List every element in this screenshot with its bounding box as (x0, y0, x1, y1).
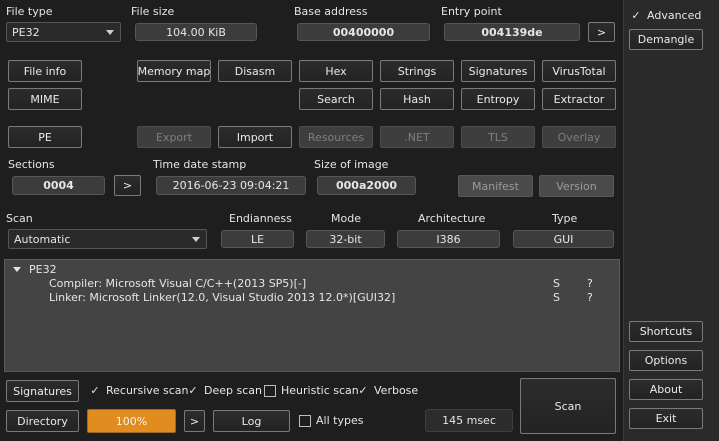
demangle-button[interactable]: Demangle (629, 29, 703, 50)
hash-button[interactable]: Hash (380, 88, 454, 110)
resources-button[interactable]: Resources (299, 126, 373, 148)
base-address-field: 00400000 (297, 23, 430, 41)
type-label: Type (552, 212, 578, 225)
all-types-label: All types (316, 414, 364, 427)
recursive-scan-label: Recursive scan (106, 384, 189, 397)
tree-item-compiler[interactable]: Compiler: Microsoft Visual C/C++(2013 SP… (49, 277, 306, 290)
mode-field: 32-bit (306, 230, 385, 248)
recursive-scan-checkbox[interactable]: ✓ Recursive scan (89, 384, 189, 397)
tree-item-linker-s: S (553, 291, 560, 304)
heuristic-scan-checkbox[interactable]: Heuristic scan (264, 384, 359, 397)
scan-label: Scan (6, 212, 33, 225)
chevron-down-icon (192, 237, 200, 242)
scan-mode-value: Automatic (14, 232, 71, 246)
net-button[interactable]: .NET (380, 126, 454, 148)
triangle-down-icon[interactable] (13, 267, 21, 272)
check-icon: ✓ (358, 384, 368, 397)
verbose-label: Verbose (374, 384, 419, 397)
file-type-value: PE32 (12, 25, 40, 39)
time-date-stamp-field: 2016-06-23 09:04:21 (156, 176, 306, 195)
endianness-field: LE (221, 230, 294, 248)
checkbox-empty-icon (299, 414, 311, 427)
tls-button[interactable]: TLS (461, 126, 535, 148)
about-button[interactable]: About (629, 379, 703, 400)
memory-map-button[interactable]: Memory map (137, 60, 211, 82)
signatures-button[interactable]: Signatures (6, 380, 79, 402)
progress-label: 100% (115, 414, 148, 428)
tree-item-compiler-q: ? (587, 277, 593, 290)
sections-go-button[interactable]: > (114, 175, 141, 196)
search-button[interactable]: Search (299, 88, 373, 110)
all-types-checkbox[interactable]: All types (299, 414, 363, 427)
tree-item-linker[interactable]: Linker: Microsoft Linker(12.0, Visual St… (49, 291, 395, 304)
manifest-button[interactable]: Manifest (458, 175, 533, 197)
extractor-button[interactable]: Extractor (542, 88, 616, 110)
base-address-label: Base address (294, 5, 368, 18)
signatures-tool-button[interactable]: Signatures (461, 60, 535, 82)
entropy-button[interactable]: Entropy (461, 88, 535, 110)
overlay-button[interactable]: Overlay (542, 126, 616, 148)
type-field: GUI (513, 230, 614, 248)
pe-button[interactable]: PE (8, 126, 82, 148)
check-icon: ✓ (90, 384, 100, 397)
entry-point-label: Entry point (441, 5, 502, 18)
size-of-image-field: 000a2000 (317, 176, 416, 195)
file-size-field: 104.00 KiB (135, 23, 257, 41)
check-icon: ✓ (631, 9, 641, 22)
export-button[interactable]: Export (137, 126, 211, 148)
scan-time-field: 145 msec (425, 409, 513, 432)
file-type-label: File type (6, 5, 53, 18)
time-date-stamp-label: Time date stamp (153, 158, 247, 171)
architecture-field: I386 (397, 230, 500, 248)
options-button[interactable]: Options (629, 350, 703, 371)
results-tree[interactable]: PE32 Compiler: Microsoft Visual C/C++(20… (4, 259, 620, 372)
sections-field: 0004 (12, 176, 105, 195)
strings-button[interactable]: Strings (380, 60, 454, 82)
architecture-label: Architecture (418, 212, 486, 225)
progress-go-button[interactable]: > (184, 410, 205, 432)
chevron-down-icon (106, 30, 114, 35)
check-icon: ✓ (188, 384, 198, 397)
deep-scan-label: Deep scan (204, 384, 262, 397)
sections-label: Sections (8, 158, 55, 171)
scan-progress-bar: 100% (87, 409, 176, 433)
entry-point-go-button[interactable]: > (588, 22, 615, 42)
version-button[interactable]: Version (539, 175, 614, 197)
virustotal-button[interactable]: VirusTotal (542, 60, 616, 82)
log-button[interactable]: Log (213, 410, 290, 432)
size-of-image-label: Size of image (314, 158, 389, 171)
entry-point-field: 004139de (444, 23, 580, 41)
heuristic-scan-label: Heuristic scan (281, 384, 359, 397)
file-size-label: File size (131, 5, 175, 18)
tree-item-linker-q: ? (587, 291, 593, 304)
endianness-label: Endianness (229, 212, 292, 225)
scan-button[interactable]: Scan (520, 378, 616, 434)
directory-button[interactable]: Directory (6, 410, 79, 432)
side-panel (623, 0, 719, 441)
mode-label: Mode (331, 212, 361, 225)
scan-mode-select[interactable]: Automatic (8, 229, 207, 249)
checkbox-empty-icon (264, 384, 276, 397)
verbose-checkbox[interactable]: ✓ Verbose (357, 384, 418, 397)
hex-button[interactable]: Hex (299, 60, 373, 82)
advanced-label: Advanced (647, 9, 702, 22)
shortcuts-button[interactable]: Shortcuts (629, 321, 703, 342)
exit-button[interactable]: Exit (629, 408, 703, 429)
mime-button[interactable]: MIME (8, 88, 82, 110)
advanced-checkbox[interactable]: ✓ Advanced (630, 9, 701, 22)
disasm-button[interactable]: Disasm (218, 60, 292, 82)
tree-root[interactable]: PE32 (29, 263, 57, 276)
file-info-button[interactable]: File info (8, 60, 82, 82)
import-button[interactable]: Import (218, 126, 292, 148)
deep-scan-checkbox[interactable]: ✓ Deep scan (187, 384, 262, 397)
file-type-select[interactable]: PE32 (6, 22, 121, 42)
tree-item-compiler-s: S (553, 277, 560, 290)
